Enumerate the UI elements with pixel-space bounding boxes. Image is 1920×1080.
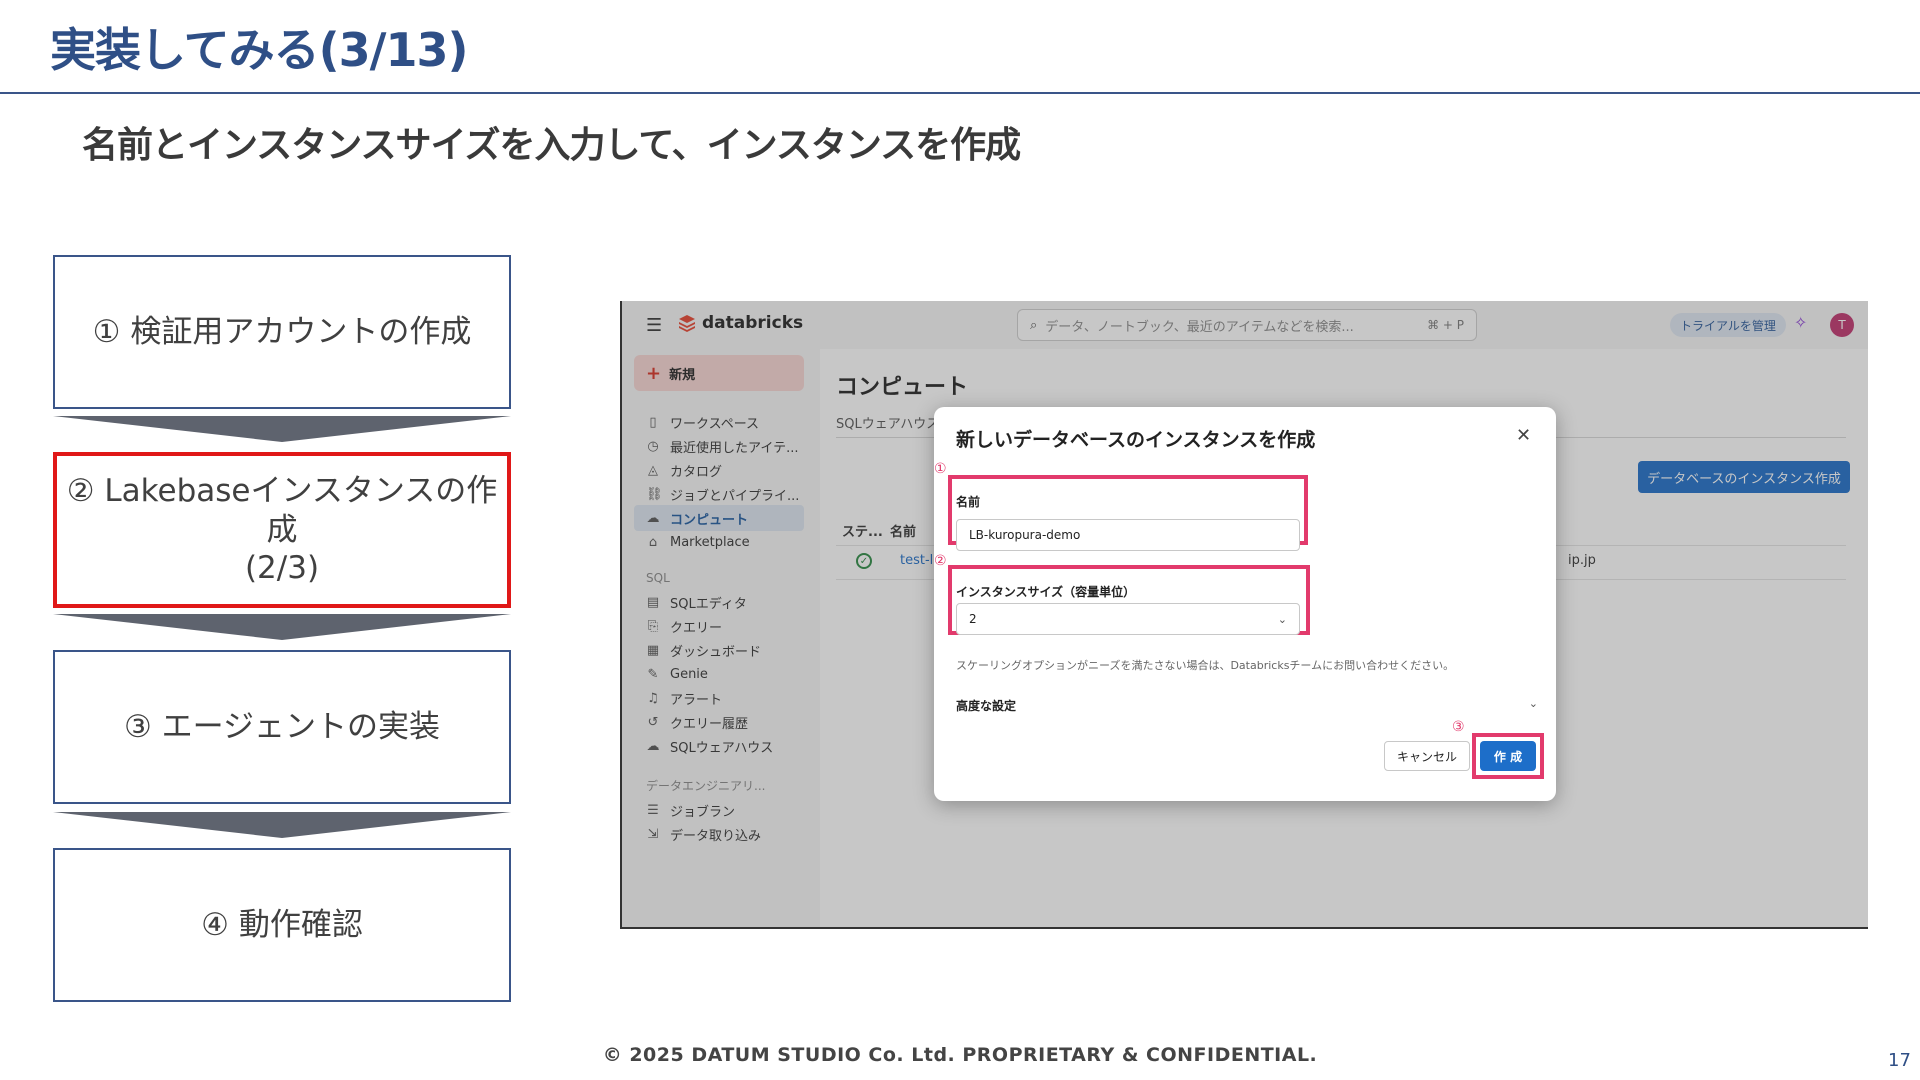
cancel-button[interactable]: キャンセル [1384,741,1470,771]
advanced-settings-toggle[interactable]: 高度な設定 ⌄ [956,697,1538,714]
step-2-sublabel: (2/3) [244,550,320,587]
slide-subtitle: 名前とインスタンスサイズを入力して、インスタンスを作成 [82,125,1021,166]
step-arrow-3 [53,812,511,838]
marker-1: ① [934,461,947,477]
step-arrow-2 [53,614,511,640]
chevron-down-icon: ⌄ [1528,697,1538,710]
page-number: 17 [1888,1050,1911,1071]
step-2-box: ② Lakebaseインスタンスの作成 (2/3) [53,452,511,608]
dialog-title: 新しいデータベースのインスタンスを作成 [956,429,1316,451]
create-instance-dialog: 新しいデータベースのインスタンスを作成 ✕ ① 名前 LB-kuropura-d… [934,407,1556,801]
step-3-box: ③ エージェントの実装 [53,650,511,804]
chevron-down-icon: ⌄ [1277,612,1287,626]
name-input[interactable]: LB-kuropura-demo [956,519,1300,551]
step-1-label: ① 検証用アカウントの作成 [92,313,472,350]
step-1-box: ① 検証用アカウントの作成 [53,255,511,409]
step-3-label: ③ エージェントの実装 [123,708,441,745]
name-value: LB-kuropura-demo [969,528,1081,542]
close-icon[interactable]: ✕ [1516,425,1531,446]
step-2-label: ② Lakebaseインスタンスの作成 [66,472,498,548]
step-arrow-1 [53,416,511,442]
step-4-box: ④ 動作確認 [53,848,511,1002]
marker-2: ② [934,553,947,569]
step-4-label: ④ 動作確認 [201,906,363,943]
size-label: インスタンスサイズ（容量単位） [956,585,1136,599]
slide-title: 実装してみる(3/13) [50,23,468,77]
marker-3: ③ [1452,719,1465,735]
databricks-screenshot: ☰ databricks ⌕ データ、ノートブック、最近のアイテムなどを検索..… [620,301,1868,929]
advanced-label: 高度な設定 [956,699,1017,713]
instance-size-select[interactable]: 2 ⌄ [956,603,1300,635]
size-value: 2 [969,612,977,626]
create-button[interactable]: 作 成 [1480,741,1536,771]
title-rule [0,92,1920,94]
scaling-helper-text: スケーリングオプションがニーズを満たさない場合は、Databricksチームにお… [956,659,1455,672]
footer-copyright: © 2025 DATUM STUDIO Co. Ltd. PROPRIETARY… [602,1044,1318,1066]
name-label: 名前 [956,495,981,509]
